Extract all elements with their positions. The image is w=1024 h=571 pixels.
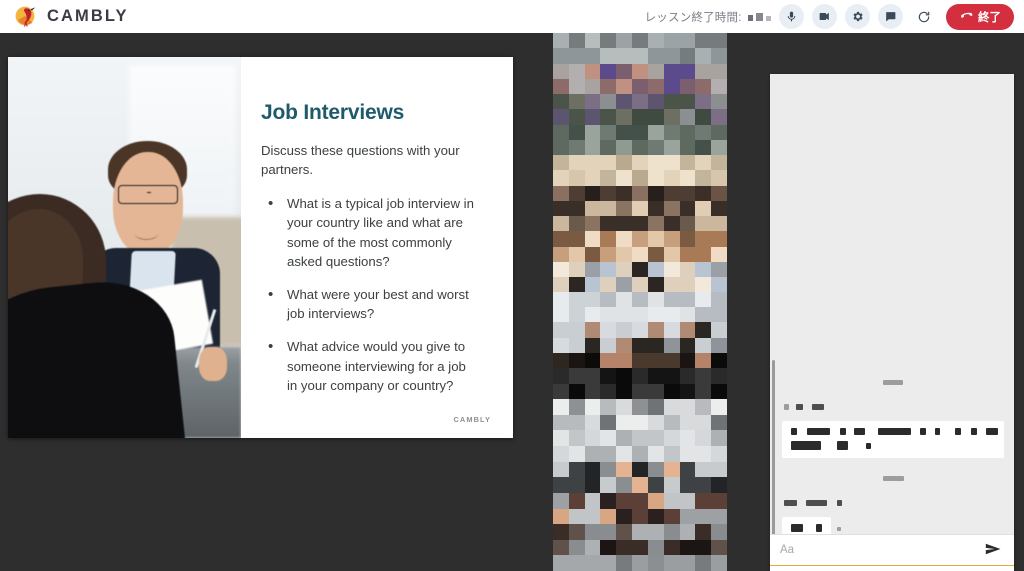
refresh-icon: [917, 10, 931, 24]
cambly-lesson-window: CAMBLY レッスン終了時間: 終了 Job Interviews Discu…: [0, 0, 1024, 571]
lesson-end-time-value-redacted: [748, 12, 771, 21]
cambly-bird-logo-icon: [14, 4, 40, 30]
slide-content: Job Interviews Discuss these questions w…: [241, 57, 513, 438]
chat-button[interactable]: [878, 4, 903, 29]
lesson-end-time-label: レッスン終了時間:: [645, 9, 771, 25]
message-timestamp: [782, 374, 1004, 392]
translation-tool-row[interactable]: 翻訳ツール: [770, 566, 1014, 571]
chat-message-list[interactable]: [770, 74, 1014, 534]
list-item: What advice would you give to someone in…: [261, 336, 476, 396]
top-toolbar: CAMBLY レッスン終了時間: 終了: [0, 0, 1024, 33]
chat-message: [782, 421, 1004, 458]
list-item: What is a typical job interview in your …: [261, 193, 476, 272]
microphone-button[interactable]: [779, 4, 804, 29]
end-lesson-label: 終了: [978, 11, 1001, 24]
pixelated-video-feed: [553, 368, 727, 571]
brand-logo: CAMBLY: [14, 4, 129, 30]
microphone-icon: [785, 10, 798, 23]
video-tile-1[interactable]: [553, 33, 727, 201]
video-panel: [553, 33, 727, 571]
end-lesson-button[interactable]: 終了: [946, 3, 1014, 30]
lesson-slide[interactable]: Job Interviews Discuss these questions w…: [8, 57, 513, 438]
chat-message-input[interactable]: [780, 544, 983, 556]
slide-photo: [8, 57, 241, 438]
slide-question-list: What is a typical job interview in your …: [261, 193, 491, 396]
chat-bubble-icon: [884, 10, 897, 23]
video-tile-2[interactable]: [553, 201, 727, 368]
toolbar-controls: レッスン終了時間: 終了: [645, 3, 1014, 30]
chat-input-row: [770, 535, 1014, 566]
chat-composer: 翻訳ツール: [770, 534, 1014, 571]
camera-button[interactable]: [812, 4, 837, 29]
slide-watermark: CAMBLY: [453, 415, 491, 424]
message-sender: [784, 494, 1004, 512]
message-timestamp: [782, 470, 1004, 488]
brand-name: CAMBLY: [47, 7, 129, 25]
chat-messages-redacted: [782, 370, 1004, 534]
settings-button[interactable]: [845, 4, 870, 29]
message-bubble: [782, 421, 1004, 458]
reload-button[interactable]: [911, 4, 936, 29]
video-camera-icon: [818, 10, 831, 23]
send-arrow-icon: [985, 542, 1002, 559]
list-item: What were your best and worst job interv…: [261, 284, 476, 324]
hangup-phone-icon: [959, 8, 973, 25]
lesson-stage: Job Interviews Discuss these questions w…: [0, 33, 1024, 571]
slide-subtitle: Discuss these questions with your partne…: [261, 143, 460, 178]
chat-scrollbar[interactable]: [772, 360, 775, 534]
pixelated-video-feed: [553, 33, 727, 201]
message-status-redacted: [837, 527, 842, 531]
message-sender: [784, 398, 1004, 416]
video-tile-3[interactable]: [553, 368, 727, 571]
send-message-button[interactable]: [983, 542, 1004, 559]
chat-panel: 翻訳ツール: [770, 74, 1014, 571]
message-bubble: [782, 517, 832, 534]
chat-message: [782, 517, 1004, 534]
gear-icon: [851, 10, 864, 23]
slide-title: Job Interviews: [261, 101, 405, 124]
pixelated-video-feed: [553, 201, 727, 368]
